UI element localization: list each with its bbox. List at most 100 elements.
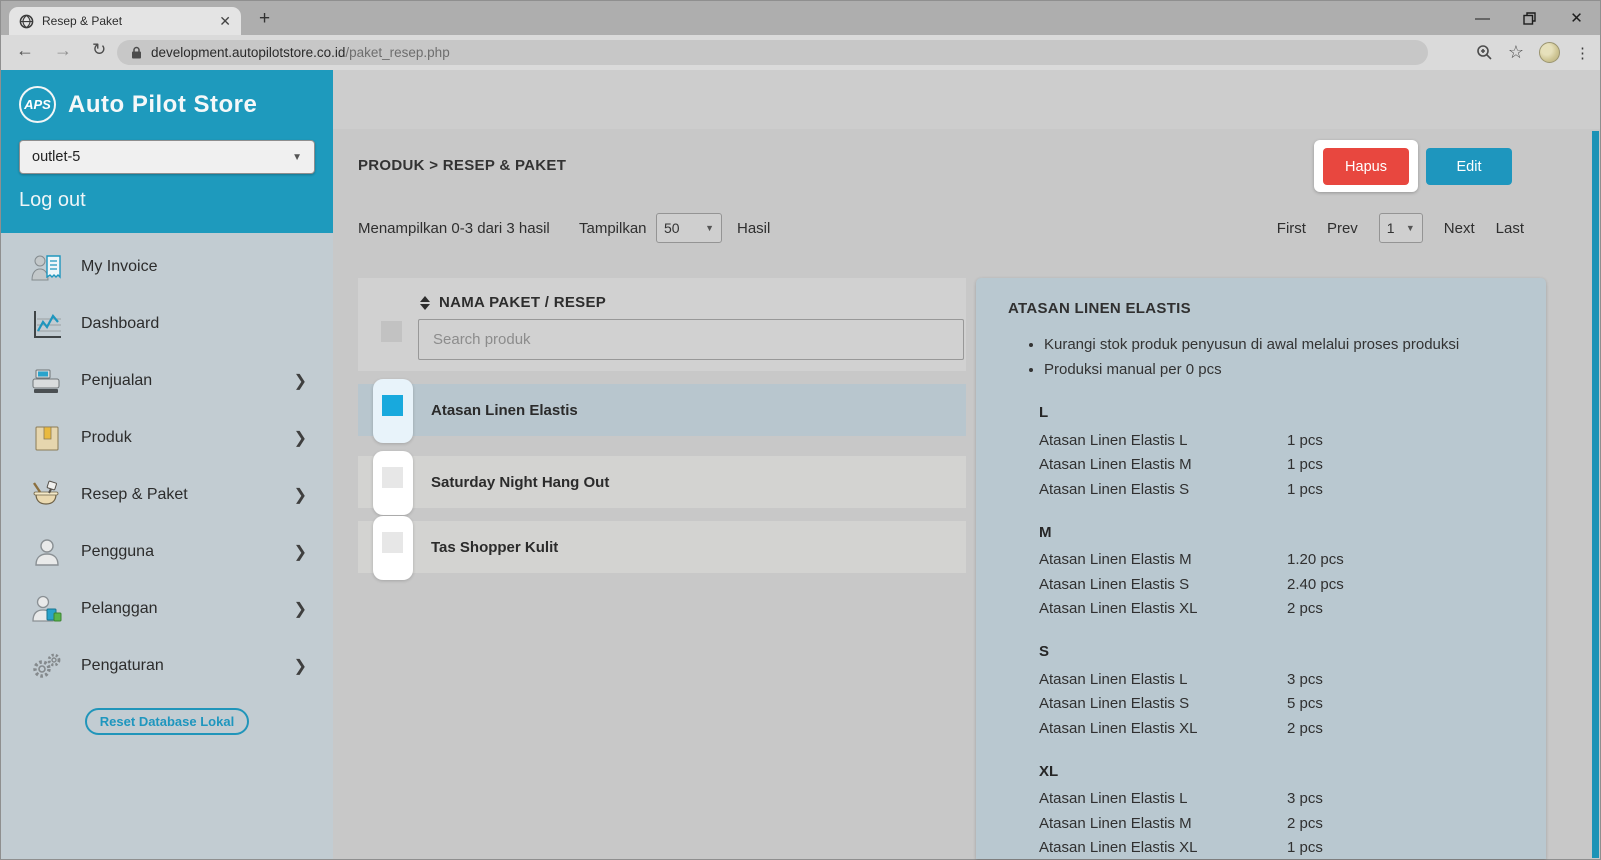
sort-icon[interactable]: [420, 296, 430, 310]
page-number-value: 1: [1387, 220, 1395, 236]
select-all-checkbox[interactable]: [381, 321, 402, 342]
pagination-last[interactable]: Last: [1496, 220, 1524, 237]
size-group-m: M Atasan Linen Elastis M1.20 pcs Atasan …: [1039, 524, 1522, 622]
tab-close-icon[interactable]: ✕: [219, 14, 231, 28]
size-label: M: [1039, 524, 1522, 541]
component-item: Atasan Linen Elastis M1 pcs: [1039, 453, 1522, 478]
table-row[interactable]: Tas Shopper Kulit: [358, 521, 966, 573]
logout-link[interactable]: Log out: [19, 189, 315, 212]
row-checkbox-checked[interactable]: [382, 395, 403, 416]
page-scrollbar[interactable]: [1592, 131, 1599, 858]
component-item: Atasan Linen Elastis L1 pcs: [1039, 428, 1522, 453]
browser-menu-icon[interactable]: ⋮: [1575, 44, 1590, 62]
size-label: L: [1039, 404, 1522, 421]
row-name: Atasan Linen Elastis: [431, 384, 578, 436]
window-minimize-button[interactable]: —: [1459, 1, 1506, 35]
page-number-select[interactable]: 1 ▼: [1379, 213, 1423, 243]
zoom-icon[interactable]: [1476, 44, 1493, 61]
sidebar-item-penjualan[interactable]: Penjualan ❯: [1, 352, 333, 409]
main-content: PRODUK > RESEP & PAKET Hapus Edit Menamp…: [333, 70, 1600, 859]
show-label: Tampilkan: [579, 220, 647, 237]
browser-tab[interactable]: Resep & Paket ✕: [9, 7, 241, 35]
size-group-s: S Atasan Linen Elastis L3 pcs Atasan Lin…: [1039, 643, 1522, 741]
reload-icon[interactable]: ↻: [92, 40, 106, 60]
user-icon: [29, 537, 65, 567]
browser-toolbar: ← → ↻ development.autopilotstore.co.id/p…: [1, 35, 1600, 70]
component-item: Atasan Linen Elastis XL2 pcs: [1039, 597, 1522, 622]
sidebar-item-pengaturan[interactable]: Pengaturan ❯: [1, 637, 333, 694]
new-tab-button[interactable]: +: [259, 8, 270, 30]
row-name: Saturday Night Hang Out: [431, 456, 609, 508]
detail-note: Kurangi stok produk penyusun di awal mel…: [1044, 332, 1522, 357]
sidebar-menu: My Invoice Dashboard Penjualan ❯ Produk …: [1, 233, 333, 859]
profile-avatar[interactable]: [1539, 42, 1560, 63]
component-item: Atasan Linen Elastis XL1 pcs: [1039, 836, 1522, 860]
component-item: Atasan Linen Elastis L3 pcs: [1039, 667, 1522, 692]
reset-database-button[interactable]: Reset Database Lokal: [85, 708, 249, 735]
brand-title: Auto Pilot Store: [68, 91, 257, 119]
sidebar-header: APS Auto Pilot Store outlet-5 ▼ Log out: [1, 70, 333, 233]
chevron-right-icon: ❯: [294, 428, 307, 448]
pagination-first[interactable]: First: [1277, 220, 1306, 237]
search-input[interactable]: [418, 319, 964, 360]
gears-icon: [29, 651, 65, 681]
component-item: Atasan Linen Elastis S5 pcs: [1039, 692, 1522, 717]
size-group-l: L Atasan Linen Elastis L1 pcs Atasan Lin…: [1039, 404, 1522, 502]
component-item: Atasan Linen Elastis XL2 pcs: [1039, 716, 1522, 741]
chevron-down-icon: ▼: [1406, 223, 1415, 233]
row-checkbox[interactable]: [382, 532, 403, 553]
row-checkbox[interactable]: [382, 467, 403, 488]
sidebar: APS Auto Pilot Store outlet-5 ▼ Log out …: [1, 70, 333, 859]
cash-register-icon: [29, 366, 65, 396]
chevron-right-icon: ❯: [294, 371, 307, 391]
bookmark-star-icon[interactable]: ☆: [1508, 42, 1524, 63]
sidebar-item-resep-paket[interactable]: Resep & Paket ❯: [1, 466, 333, 523]
window-close-button[interactable]: ✕: [1553, 1, 1600, 35]
hapus-button[interactable]: Hapus: [1323, 148, 1409, 185]
size-group-xl: XL Atasan Linen Elastis L3 pcs Atasan Li…: [1039, 763, 1522, 860]
component-item: Atasan Linen Elastis S1 pcs: [1039, 477, 1522, 502]
component-item: Atasan Linen Elastis M1.20 pcs: [1039, 548, 1522, 573]
sidebar-item-produk[interactable]: Produk ❯: [1, 409, 333, 466]
chevron-right-icon: ❯: [294, 656, 307, 676]
page-size-value: 50: [664, 220, 680, 236]
sidebar-item-dashboard[interactable]: Dashboard: [1, 295, 333, 352]
outlet-select[interactable]: outlet-5 ▼: [19, 140, 315, 174]
customer-icon: [29, 594, 65, 624]
size-label: S: [1039, 643, 1522, 660]
url-bar[interactable]: development.autopilotstore.co.id/paket_r…: [117, 40, 1428, 65]
favicon-globe-icon: [19, 14, 34, 29]
outlet-selected-value: outlet-5: [32, 149, 80, 165]
chevron-down-icon: ▼: [705, 223, 714, 233]
top-band: [333, 70, 1600, 129]
results-summary: Menampilkan 0-3 dari 3 hasil: [358, 220, 550, 237]
row-name: Tas Shopper Kulit: [431, 521, 558, 573]
checkbox-strip: [373, 379, 413, 443]
page-size-select[interactable]: 50 ▼: [656, 213, 722, 243]
detail-panel: ATASAN LINEN ELASTIS Kurangi stok produk…: [976, 278, 1546, 859]
sidebar-item-pelanggan[interactable]: Pelanggan ❯: [1, 580, 333, 637]
show-suffix: Hasil: [737, 220, 770, 237]
lock-icon: [131, 46, 142, 59]
invoice-icon: [29, 252, 65, 282]
dashboard-icon: [29, 309, 65, 339]
aps-logo: APS: [19, 86, 56, 123]
column-header[interactable]: NAMA PAKET / RESEP: [439, 294, 606, 311]
tab-title: Resep & Paket: [42, 14, 211, 28]
window-restore-button[interactable]: [1506, 1, 1553, 35]
package-table: NAMA PAKET / RESEP Atasan Linen Elastis …: [358, 278, 966, 371]
sidebar-item-my-invoice[interactable]: My Invoice: [1, 238, 333, 295]
chevron-down-icon: ▼: [292, 152, 302, 163]
component-item: Atasan Linen Elastis S2.40 pcs: [1039, 572, 1522, 597]
back-icon[interactable]: ←: [16, 40, 34, 61]
table-row[interactable]: Atasan Linen Elastis: [358, 384, 966, 436]
pagination-prev[interactable]: Prev: [1327, 220, 1358, 237]
url-text: development.autopilotstore.co.id/paket_r…: [151, 45, 450, 60]
sidebar-item-pengguna[interactable]: Pengguna ❯: [1, 523, 333, 580]
pagination-next[interactable]: Next: [1444, 220, 1475, 237]
checkbox-strip: [373, 451, 413, 515]
pagination: First Prev 1 ▼ Next Last: [1277, 213, 1524, 243]
table-row[interactable]: Saturday Night Hang Out: [358, 456, 966, 508]
edit-button[interactable]: Edit: [1426, 148, 1512, 185]
forward-icon[interactable]: →: [54, 40, 72, 61]
